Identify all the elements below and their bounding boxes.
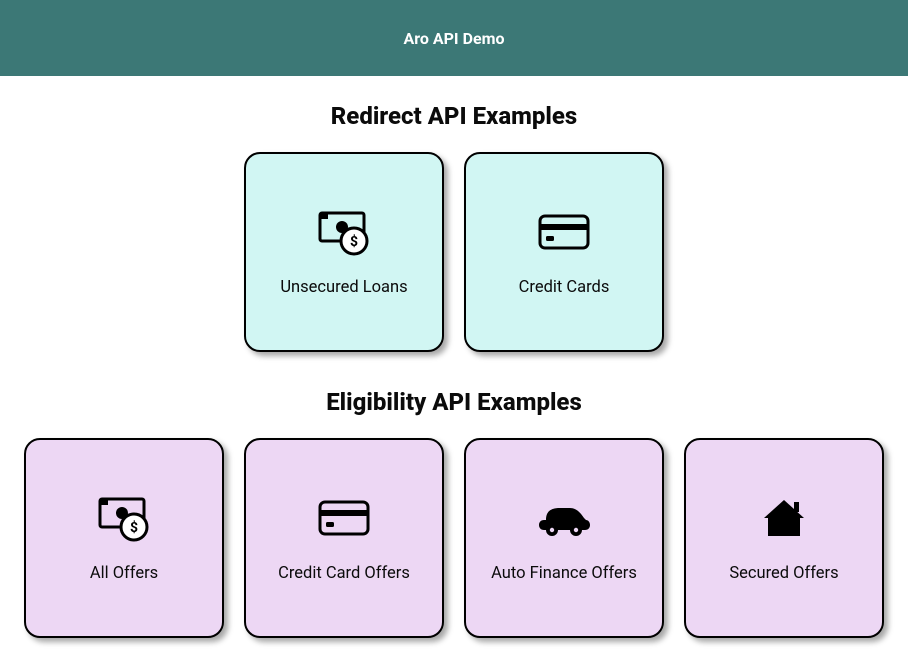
car-icon — [534, 494, 594, 542]
svg-text:$: $ — [130, 519, 138, 536]
card-label: Secured Offers — [729, 564, 838, 583]
credit-card-icon — [314, 494, 374, 542]
card-label: Unsecured Loans — [280, 278, 407, 297]
money-icon: $ — [314, 208, 374, 256]
section-redirect-title: Redirect API Examples — [0, 102, 908, 130]
card-label: All Offers — [90, 564, 158, 583]
credit-card-icon — [534, 208, 594, 256]
card-label: Credit Card Offers — [278, 564, 410, 583]
page-title: Aro API Demo — [403, 29, 504, 48]
eligibility-card-row: $ All Offers Credit Card Offers — [0, 438, 908, 648]
card-unsecured-loans[interactable]: $ Unsecured Loans — [244, 152, 444, 352]
card-label: Auto Finance Offers — [491, 564, 637, 583]
card-secured-offers[interactable]: Secured Offers — [684, 438, 884, 638]
home-icon — [754, 494, 814, 542]
money-icon: $ — [94, 494, 154, 542]
section-eligibility-title: Eligibility API Examples — [0, 388, 908, 416]
section-redirect: Redirect API Examples $ Unsecured Loans — [0, 102, 908, 362]
card-credit-card-offers[interactable]: Credit Card Offers — [244, 438, 444, 638]
card-label: Credit Cards — [519, 278, 610, 297]
card-all-offers[interactable]: $ All Offers — [24, 438, 224, 638]
section-eligibility: Eligibility API Examples $ All Offers — [0, 388, 908, 648]
redirect-card-row: $ Unsecured Loans Credit Cards — [0, 152, 908, 362]
svg-text:$: $ — [350, 233, 358, 250]
card-auto-finance-offers[interactable]: Auto Finance Offers — [464, 438, 664, 638]
app-header: Aro API Demo — [0, 0, 908, 76]
card-credit-cards[interactable]: Credit Cards — [464, 152, 664, 352]
